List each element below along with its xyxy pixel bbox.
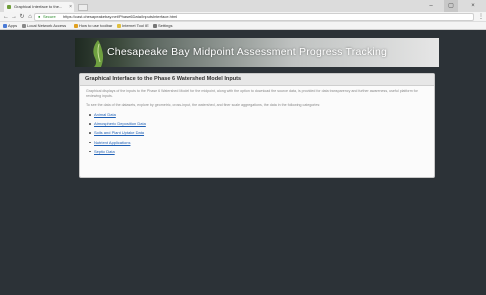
window-close-icon[interactable]: ×	[466, 0, 480, 12]
apps-icon	[3, 24, 7, 28]
reload-icon[interactable]: ↻	[18, 12, 26, 22]
list-item: Nutrient Applications	[86, 140, 428, 145]
bookmark-toolbar[interactable]: How to use toolbar	[74, 22, 112, 29]
new-tab-button[interactable]	[78, 4, 88, 11]
forward-arrow-icon[interactable]: →	[10, 12, 18, 22]
home-icon[interactable]: ⌂	[26, 12, 34, 22]
back-arrow-icon[interactable]: ←	[2, 12, 10, 22]
star-icon	[74, 24, 78, 28]
tab-title: Graphical Interface to the...	[14, 4, 63, 9]
animal-data-link[interactable]: Animal Data	[94, 112, 116, 117]
browser-menu-icon[interactable]: ⋮	[478, 12, 484, 22]
intro-paragraph: Graphical displays of the inputs to the …	[86, 89, 418, 98]
inputs-panel: Graphical Interface to the Phase 6 Water…	[79, 73, 435, 178]
banner-title: Chesapeake Bay Midpoint Assessment Progr…	[107, 46, 388, 58]
bookmark-internet-tool[interactable]: Internet Tool IE	[117, 22, 149, 29]
nutrient-applications-link[interactable]: Nutrient Applications	[94, 140, 130, 145]
list-item: Septic Data	[86, 149, 428, 154]
site-banner: Chesapeake Bay Midpoint Assessment Progr…	[75, 38, 439, 67]
list-item: Animal Data	[86, 112, 428, 117]
list-item: Atmospheric Deposition Data	[86, 121, 428, 126]
address-bar[interactable]: ● Secure https://cast.chesapeakebay.net/…	[34, 13, 474, 21]
soils-plant-uptake-link[interactable]: Soils and Plant Uptake Data	[94, 130, 144, 135]
favicon-icon	[7, 5, 11, 9]
close-tab-icon[interactable]: ×	[69, 2, 72, 12]
bookmarks-bar: Apps Local Network Access How to use too…	[0, 22, 486, 30]
gear-icon	[153, 24, 157, 28]
maximize-icon[interactable]: ▢	[444, 0, 458, 12]
panel-body: Graphical displays of the inputs to the …	[80, 86, 434, 154]
panel-heading: Graphical Interface to the Phase 6 Water…	[80, 74, 434, 86]
chesapeake-logo-icon	[93, 40, 104, 67]
lead-paragraph: To see the data of the datasets, explore…	[86, 103, 321, 107]
bookmark-settings[interactable]: Settings	[153, 22, 172, 29]
list-item: Soils and Plant Uptake Data	[86, 130, 428, 135]
bookmark-local-network[interactable]: Local Network Access	[22, 22, 66, 29]
septic-data-link[interactable]: Septic Data	[94, 149, 115, 154]
url-text[interactable]: https://cast.chesapeakebay.net/Phase6Dat…	[63, 14, 177, 20]
category-list: Animal Data Atmospheric Deposition Data …	[86, 112, 428, 154]
bookmark-apps[interactable]: Apps	[3, 22, 17, 29]
browser-tab-strip: Graphical Interface to the... × – ▢ ×	[0, 0, 486, 12]
folder-icon	[117, 24, 121, 28]
minimize-icon[interactable]: –	[424, 0, 438, 12]
secure-label: Secure	[43, 14, 56, 19]
address-toolbar: ← → ↻ ⌂ ● Secure https://cast.chesapeake…	[0, 12, 486, 22]
page-icon	[22, 24, 26, 28]
browser-tab[interactable]: Graphical Interface to the... ×	[4, 2, 74, 12]
atmospheric-deposition-link[interactable]: Atmospheric Deposition Data	[94, 121, 146, 126]
lock-icon: ●	[38, 14, 41, 19]
